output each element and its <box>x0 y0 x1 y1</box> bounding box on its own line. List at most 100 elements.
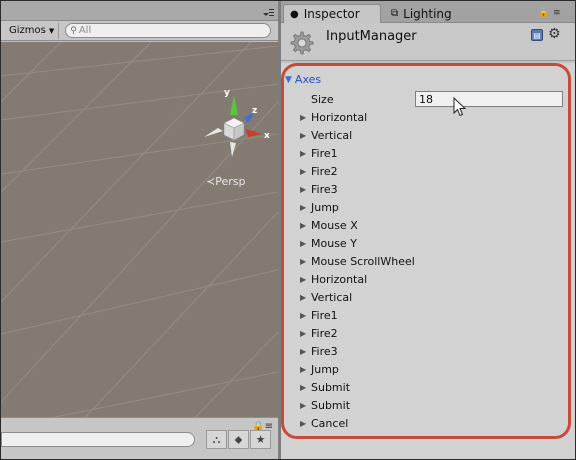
foldout-collapsed-icon: ▶ <box>300 400 307 410</box>
foldout-collapsed-icon: ▶ <box>300 274 307 284</box>
foldout-collapsed-icon: ▶ <box>300 220 307 230</box>
axis-item-label: Fire1 <box>311 146 338 160</box>
axis-item-label: Fire1 <box>311 308 338 322</box>
inspector-header: InputManager ▤ ⚙ <box>281 23 575 61</box>
axis-item-label: Submit <box>311 380 351 394</box>
foldout-collapsed-icon: ▶ <box>300 310 307 320</box>
axes-list: ▶ Horizontal ▶ Vertical ▶ Fire1 ▶ Fire2 ▶ Fire3 ▶ J… <box>300 108 415 432</box>
foldout-collapsed-icon: ▶ <box>300 346 307 356</box>
axis-item[interactable]: ▶ Mouse ScrollWheel <box>300 252 415 270</box>
foldout-collapsed-icon: ▶ <box>300 202 307 212</box>
search-icon: ⚲ <box>70 25 77 36</box>
axis-item-label: Horizontal <box>311 110 368 124</box>
size-field[interactable] <box>415 91 563 107</box>
axis-item-label: Mouse Y <box>311 236 357 250</box>
axis-item-label: Horizontal <box>311 272 368 286</box>
axes-label: Axes <box>294 73 322 86</box>
axis-item-label: Mouse ScrollWheel <box>311 254 415 268</box>
foldout-collapsed-icon: ▶ <box>300 238 307 248</box>
lock-icon[interactable]: 🔒 <box>538 8 549 18</box>
axis-item[interactable]: ▶ Horizontal <box>300 270 415 288</box>
tab-lighting-label: Lighting <box>403 6 452 21</box>
axis-item[interactable]: ▶ Jump <box>300 198 415 216</box>
tag-icon[interactable]: ⬥ <box>228 430 249 449</box>
foldout-collapsed-icon: ▶ <box>300 292 307 302</box>
foldout-collapsed-icon: ▶ <box>300 328 307 338</box>
axis-item-label: Mouse X <box>311 218 358 232</box>
asset-name: InputManager <box>326 29 417 44</box>
panel-menu-icon[interactable] <box>262 7 274 17</box>
scene-search-input[interactable] <box>78 25 249 36</box>
gear-icon <box>290 31 314 55</box>
foldout-collapsed-icon: ▶ <box>300 184 307 194</box>
scene-toolbar: Gizmos ▼ ⚲ <box>1 21 278 41</box>
axis-item[interactable]: ▶ Fire2 <box>300 324 415 342</box>
foldout-collapsed-icon: ▶ <box>300 148 307 158</box>
axis-item-label: Vertical <box>311 290 353 304</box>
mouse-cursor-icon <box>453 97 467 117</box>
axes-foldout[interactable]: ▼ Axes <box>285 73 321 86</box>
axis-item[interactable]: ▶ Mouse X <box>300 216 415 234</box>
axis-item[interactable]: ▶ Vertical <box>300 288 415 306</box>
filter-type-icon[interactable]: ⛬ <box>206 430 227 449</box>
foldout-collapsed-icon: ▶ <box>300 112 307 122</box>
scene-view: Gizmos ▼ ⚲ All y x z ≺Persp 🔒≡ ⛬ ⬥ ★ <box>1 1 278 459</box>
axis-item[interactable]: ▶ Fire3 <box>300 180 415 198</box>
axis-item[interactable]: ▶ Submit <box>300 396 415 414</box>
foldout-collapsed-icon: ▶ <box>300 418 307 428</box>
scene-search-box[interactable]: ⚲ <box>65 23 272 38</box>
axis-item[interactable]: ▶ Mouse Y <box>300 234 415 252</box>
axis-item-label: Fire3 <box>311 344 338 358</box>
panel-menu-icon[interactable]: ≡ <box>553 8 561 18</box>
tab-inspector-label: Inspector <box>303 7 360 21</box>
tab-inspector[interactable]: ● Inspector <box>283 4 381 23</box>
foldout-expanded-icon: ▼ <box>285 74 292 85</box>
axis-item[interactable]: ▶ Fire3 <box>300 342 415 360</box>
axis-item-label: Fire2 <box>311 326 338 340</box>
axis-item-label: Vertical <box>311 128 353 142</box>
persp-text: Persp <box>215 175 246 188</box>
projection-label[interactable]: ≺Persp <box>206 175 245 188</box>
axis-item[interactable]: ▶ Cancel <box>300 414 415 432</box>
axis-item[interactable]: ▶ Submit <box>300 378 415 396</box>
persp-arrow-icon: ≺ <box>206 175 216 188</box>
gizmos-label: Gizmos <box>9 25 46 36</box>
gizmo-y-label: y <box>224 88 230 98</box>
inspector-tab-bar: ● Inspector ⧉ Lighting 🔒 ≡ <box>281 1 575 23</box>
axis-item[interactable]: ▶ Fire1 <box>300 144 415 162</box>
foldout-collapsed-icon: ▶ <box>300 256 307 266</box>
orientation-gizmo-icon[interactable]: y x z <box>194 87 274 167</box>
settings-gear-icon[interactable]: ⚙ <box>548 26 561 42</box>
axis-item[interactable]: ▶ Vertical <box>300 126 415 144</box>
axis-item-label: Fire2 <box>311 164 338 178</box>
gizmo-z-label: z <box>252 106 257 116</box>
foldout-collapsed-icon: ▶ <box>300 166 307 176</box>
axis-item[interactable]: ▶ Fire2 <box>300 162 415 180</box>
size-label: Size <box>311 93 334 106</box>
lighting-icon: ⧉ <box>391 8 399 19</box>
foldout-collapsed-icon: ▶ <box>300 382 307 392</box>
axis-item-label: Cancel <box>311 416 349 430</box>
size-row: Size <box>311 91 571 108</box>
axis-item-label: Submit <box>311 398 351 412</box>
project-search-input[interactable] <box>1 432 195 447</box>
scene-tab-strip <box>1 1 278 21</box>
foldout-collapsed-icon: ▶ <box>300 364 307 374</box>
project-toolbar: 🔒≡ ⛬ ⬥ ★ <box>1 417 278 459</box>
info-icon: ● <box>290 8 299 20</box>
axis-item[interactable]: ▶ Jump <box>300 360 415 378</box>
tab-lighting[interactable]: ⧉ Lighting <box>387 4 487 23</box>
chevron-down-icon: ▼ <box>48 26 55 35</box>
scene-viewport[interactable]: y x z ≺Persp <box>1 42 278 422</box>
axis-item[interactable]: ▶ Horizontal <box>300 108 415 126</box>
help-book-icon[interactable]: ▤ <box>531 29 543 41</box>
foldout-collapsed-icon: ▶ <box>300 130 307 140</box>
gizmo-x-label: x <box>264 131 270 141</box>
axis-item[interactable]: ▶ Fire1 <box>300 306 415 324</box>
favorite-star-icon[interactable]: ★ <box>250 430 271 449</box>
editor-window: Gizmos ▼ ⚲ All y x z ≺Persp 🔒≡ ⛬ ⬥ ★ ● I… <box>0 0 576 460</box>
axis-item-label: Fire3 <box>311 182 338 196</box>
axis-item-label: Jump <box>311 362 339 376</box>
gizmos-dropdown[interactable]: Gizmos ▼ <box>5 22 60 39</box>
axis-item-label: Jump <box>311 200 339 214</box>
